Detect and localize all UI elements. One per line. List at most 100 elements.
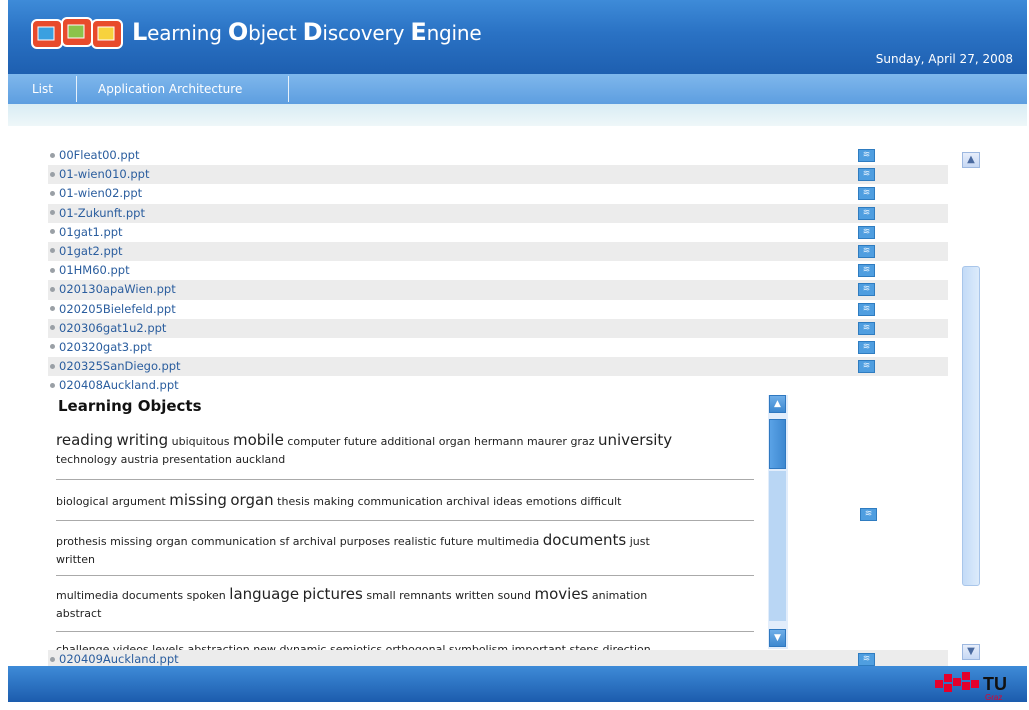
similarity-icon[interactable]: ≋ — [858, 321, 875, 335]
tag-word[interactable]: archival — [293, 535, 336, 548]
scroll-down-icon[interactable]: ▼ — [962, 644, 980, 660]
list-item-name[interactable]: 00Fleat00.ppt — [59, 148, 139, 162]
tag-word[interactable]: maurer — [527, 435, 567, 448]
tag-word[interactable]: abstract — [56, 607, 101, 620]
similarity-icon[interactable]: ≋ — [858, 360, 875, 374]
tag-word[interactable]: written — [455, 589, 494, 602]
similarity-icon[interactable]: ≋ — [858, 244, 875, 258]
list-item-name[interactable]: 01gat1.ppt — [59, 225, 123, 239]
nav-item-list[interactable]: List — [20, 74, 65, 104]
tag-word[interactable]: movies — [535, 585, 589, 603]
learning-objects-scrollbar[interactable]: ▲ ▼ — [768, 395, 788, 649]
tag-word[interactable]: organ — [156, 535, 188, 548]
tag-word[interactable]: ideas — [493, 495, 522, 508]
similarity-icon[interactable]: ≋ — [858, 302, 875, 316]
tag-word[interactable]: sound — [498, 589, 531, 602]
tag-word[interactable]: mobile — [233, 431, 284, 449]
tag-word[interactable]: purposes — [340, 535, 390, 548]
tag-word[interactable]: hermann — [474, 435, 523, 448]
list-item[interactable]: 01-wien010.ppt ≋ — [48, 165, 948, 185]
tag-word[interactable]: future — [440, 535, 473, 548]
list-item[interactable]: 01-Zukunft.ppt ≋ — [48, 203, 948, 223]
list-item[interactable]: 020130apaWien.ppt ≋ — [48, 280, 948, 300]
list-item-name[interactable]: 01-wien010.ppt — [59, 167, 149, 181]
tag-word[interactable]: sf — [280, 535, 290, 548]
list-item-name[interactable]: 020408Auckland.ppt — [59, 378, 179, 392]
learning-objects-scroll-track[interactable] — [769, 471, 786, 621]
tag-word[interactable]: missing — [110, 535, 152, 548]
similarity-icon[interactable]: ≋ — [858, 264, 875, 278]
tag-word[interactable]: missing — [169, 491, 227, 509]
tag-word[interactable]: difficult — [580, 495, 621, 508]
list-item-name[interactable]: 020205Bielefeld.ppt — [59, 302, 176, 316]
list-item[interactable]: 020306gat1u2.ppt ≋ — [48, 318, 948, 338]
tag-word[interactable]: pictures — [303, 585, 363, 603]
similarity-icon[interactable]: ≋ — [858, 653, 875, 666]
list-item-name[interactable]: 020130apaWien.ppt — [59, 282, 176, 296]
tag-word[interactable]: prothesis — [56, 535, 107, 548]
tag-word[interactable]: archival — [446, 495, 489, 508]
tag-word[interactable]: remnants — [399, 589, 452, 602]
similarity-icon[interactable]: ≋ — [858, 149, 875, 162]
tag-word[interactable]: making — [313, 495, 354, 508]
tag-word[interactable]: reading — [56, 431, 113, 449]
tag-word[interactable]: small — [366, 589, 395, 602]
tag-word[interactable]: spoken — [187, 589, 226, 602]
list-item-name[interactable]: 020409Auckland.ppt — [59, 652, 179, 666]
tag-word[interactable]: emotions — [526, 495, 577, 508]
list-item-name[interactable]: 01HM60.ppt — [59, 263, 130, 277]
list-item[interactable]: 020320gat3.ppt ≋ — [48, 338, 948, 357]
scroll-up-icon[interactable]: ▲ — [769, 395, 786, 413]
list-item-name[interactable]: 020320gat3.ppt — [59, 340, 152, 354]
list-item[interactable]: 00Fleat00.ppt ≋ — [48, 146, 948, 165]
tag-word[interactable]: documents — [122, 589, 183, 602]
tag-word[interactable]: organ — [439, 435, 471, 448]
similarity-icon[interactable]: ≋ — [858, 168, 875, 182]
tag-word[interactable]: realistic — [394, 535, 437, 548]
tag-word[interactable]: writing — [116, 431, 168, 449]
similarity-icon[interactable]: ≋ — [858, 187, 875, 201]
list-item-name[interactable]: 01-Zukunft.ppt — [59, 206, 145, 220]
tag-word[interactable]: presentation — [162, 453, 232, 466]
tag-word[interactable]: ubiquitous — [172, 435, 230, 448]
tag-word[interactable]: biological — [56, 495, 108, 508]
similarity-icon[interactable]: ≋ — [858, 225, 875, 239]
list-item[interactable]: 01gat2.ppt ≋ — [48, 241, 948, 262]
list-scroll-thumb[interactable] — [962, 266, 980, 586]
tag-word[interactable]: language — [229, 585, 299, 603]
list-item[interactable]: 01HM60.ppt ≋ — [48, 261, 948, 280]
similarity-icon[interactable]: ≋ — [858, 340, 875, 354]
learning-objects-scroll-thumb[interactable] — [769, 419, 786, 469]
tag-word[interactable]: graz — [570, 435, 594, 448]
list-item-name[interactable]: 020325SanDiego.ppt — [59, 359, 181, 373]
similarity-icon[interactable]: ≋ — [858, 283, 875, 297]
tag-word[interactable]: communication — [358, 495, 443, 508]
tag-word[interactable]: animation — [592, 589, 647, 602]
tag-word[interactable]: university — [598, 431, 672, 449]
similarity-icon[interactable]: ≋ — [858, 206, 875, 220]
tag-word[interactable]: auckland — [235, 453, 285, 466]
tag-word[interactable]: multimedia — [477, 535, 539, 548]
tag-word[interactable]: austria — [121, 453, 159, 466]
tag-word[interactable]: communication — [191, 535, 276, 548]
tag-word[interactable]: just — [630, 535, 650, 548]
tag-word[interactable]: documents — [543, 531, 627, 549]
list-item-name[interactable]: 020306gat1u2.ppt — [59, 321, 166, 335]
scroll-up-icon[interactable]: ▲ — [962, 152, 980, 168]
list-item-name[interactable]: 01-wien02.ppt — [59, 186, 142, 200]
tag-word[interactable]: technology — [56, 453, 117, 466]
similarity-icon[interactable]: ≋ — [860, 508, 877, 521]
list-item[interactable]: 020325SanDiego.ppt ≋ — [48, 357, 948, 377]
tag-word[interactable]: computer — [287, 435, 340, 448]
list-item[interactable]: 01gat1.ppt ≋ — [48, 223, 948, 242]
tag-word[interactable]: future — [344, 435, 377, 448]
list-item-name[interactable]: 01gat2.ppt — [59, 244, 123, 258]
tag-word[interactable]: argument — [112, 495, 166, 508]
tag-word[interactable]: thesis — [277, 495, 310, 508]
list-item[interactable]: 01-wien02.ppt ≋ — [48, 184, 948, 203]
tag-word[interactable]: organ — [230, 491, 273, 509]
tag-word[interactable]: multimedia — [56, 589, 118, 602]
nav-item-application-architecture[interactable]: Application Architecture — [86, 74, 254, 104]
list-scrollbar[interactable]: ▲ ▼ — [958, 148, 984, 666]
tag-word[interactable]: written — [56, 553, 95, 566]
